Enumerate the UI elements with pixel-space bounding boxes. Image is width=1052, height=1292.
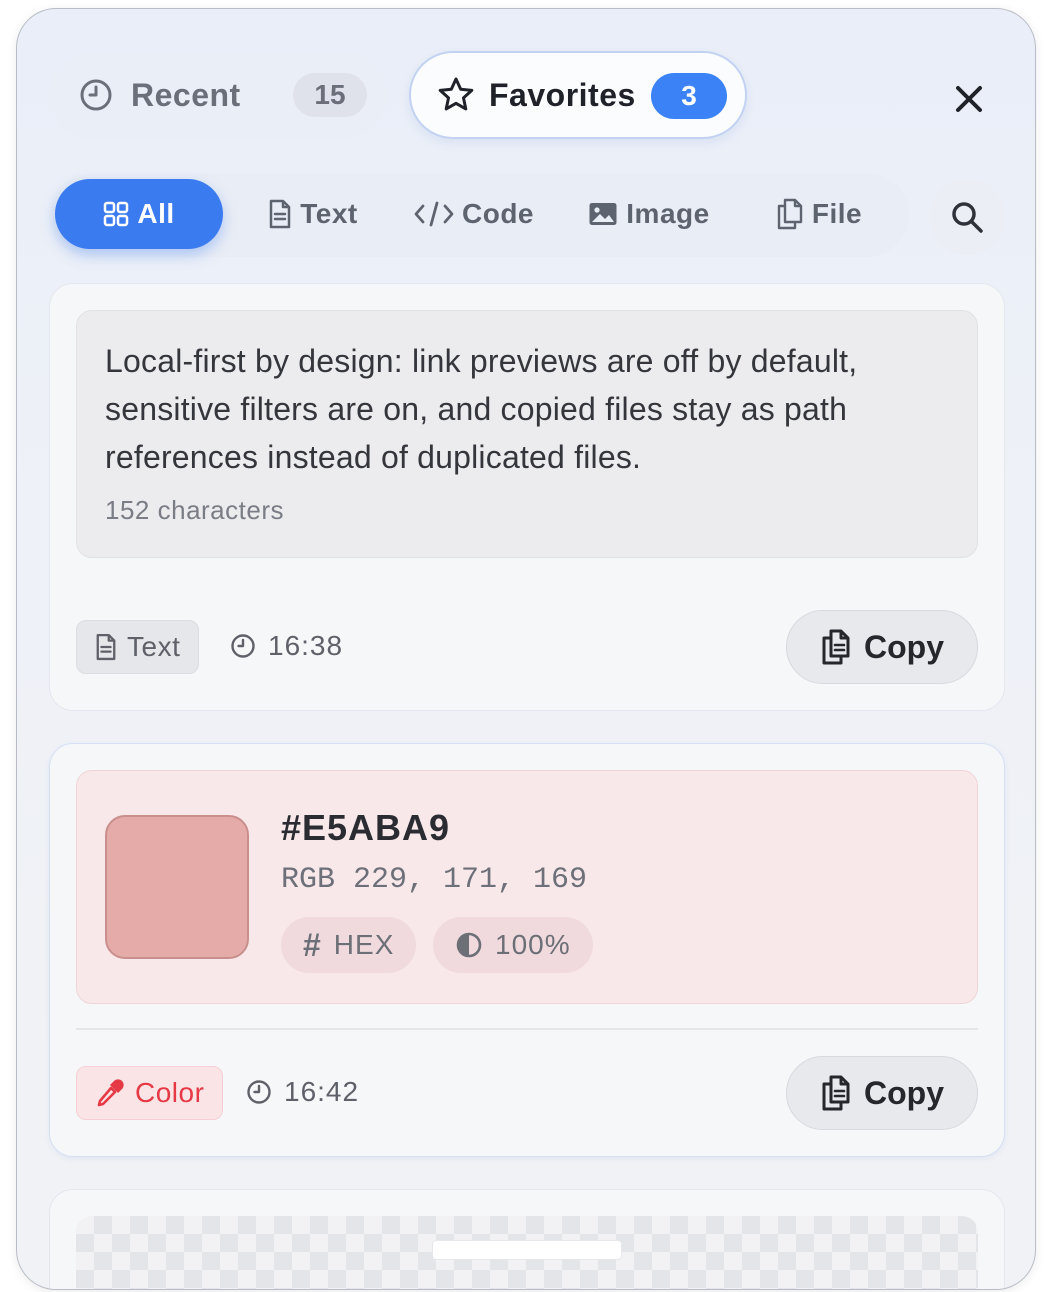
card-divider — [76, 1028, 978, 1030]
grid-icon — [104, 201, 129, 227]
filter-image[interactable]: Image — [569, 179, 729, 249]
code-icon — [414, 201, 454, 227]
filter-all[interactable]: All — [55, 179, 223, 249]
tab-recent[interactable]: Recent 15 — [49, 51, 387, 139]
type-filter-bar: All Text Code Image File — [49, 173, 909, 257]
color-hex-value: #E5ABA9 — [281, 807, 451, 848]
copy-button-label: Copy — [864, 628, 944, 665]
filter-file[interactable]: File — [759, 179, 879, 249]
opacity-pill: 100% — [433, 917, 593, 973]
star-icon — [438, 77, 474, 111]
clip-time-label: 16:42 — [284, 1076, 360, 1107]
character-count: 152 characters — [105, 495, 284, 525]
tab-recent-label: Recent — [131, 76, 241, 113]
color-swatch — [105, 815, 249, 959]
close-button[interactable] — [947, 77, 991, 121]
clip-time: 16:42 — [246, 1076, 359, 1108]
clip-card-color[interactable]: #E5ABA9 RGB 229, 171, 169 # HEX 100% Col… — [49, 743, 1005, 1157]
image-icon — [589, 203, 617, 225]
text-preview: Local-first by design: link previews are… — [76, 310, 978, 558]
eyedropper-icon — [97, 1079, 124, 1107]
color-preview: #E5ABA9 RGB 229, 171, 169 # HEX 100% — [76, 770, 978, 1004]
recent-count-badge: 15 — [293, 73, 367, 117]
copy-icon — [822, 629, 850, 665]
format-pill: # HEX — [281, 917, 417, 973]
color-rgb-value: RGB 229, 171, 169 — [281, 863, 588, 897]
copy-button-label: Copy — [864, 1074, 944, 1111]
clip-time-label: 16:38 — [268, 630, 344, 661]
filter-text[interactable]: Text — [245, 179, 381, 249]
copy-button[interactable]: Copy — [786, 610, 978, 684]
clip-time: 16:38 — [230, 630, 343, 662]
document-icon — [96, 633, 116, 661]
opacity-pill-label: 100% — [495, 929, 571, 960]
tab-favorites-label: Favorites — [489, 76, 636, 113]
clip-text-content: Local-first by design: link previews are… — [105, 343, 858, 475]
type-tag-text: Text — [76, 620, 200, 674]
clock-icon — [247, 1080, 271, 1104]
files-icon — [777, 198, 803, 230]
format-pill-label: HEX — [333, 929, 395, 960]
type-tag-label: Color — [135, 1077, 205, 1108]
copy-button[interactable]: Copy — [786, 1056, 978, 1130]
clipboard-history-panel: Recent 15 Favorites 3 All Text Code Imag… — [16, 8, 1036, 1290]
clock-icon — [231, 634, 255, 658]
clip-card-image[interactable] — [49, 1189, 1005, 1289]
clock-icon — [80, 79, 112, 111]
filter-text-label: Text — [300, 198, 358, 229]
image-thumbnail-content — [432, 1240, 622, 1260]
filter-code-label: Code — [462, 198, 534, 229]
favorites-count-badge: 3 — [651, 73, 727, 119]
type-tag-label: Text — [127, 631, 181, 662]
document-icon — [270, 199, 291, 229]
copy-icon — [822, 1075, 850, 1111]
image-thumbnail — [76, 1216, 978, 1289]
filter-all-label: All — [137, 198, 175, 229]
filter-file-label: File — [811, 198, 863, 229]
search-icon — [952, 202, 983, 233]
contrast-icon — [456, 932, 482, 958]
hash-icon: # — [303, 926, 322, 963]
tab-favorites[interactable]: Favorites 3 — [409, 51, 747, 139]
close-icon — [956, 86, 982, 112]
clip-card-text[interactable]: Local-first by design: link previews are… — [49, 283, 1005, 711]
search-button[interactable] — [929, 179, 1005, 255]
filter-code[interactable]: Code — [399, 179, 549, 249]
filter-image-label: Image — [626, 198, 710, 229]
type-tag-color: Color — [76, 1066, 224, 1120]
